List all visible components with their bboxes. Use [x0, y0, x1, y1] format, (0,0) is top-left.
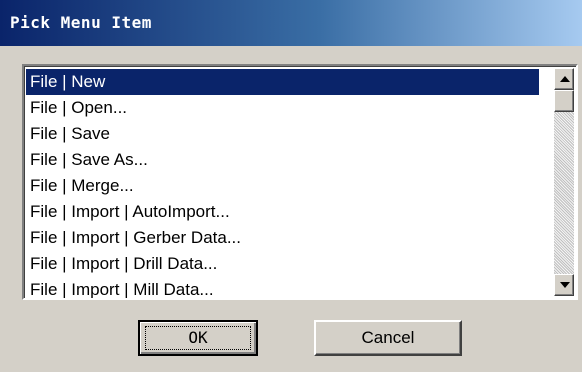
menu-item-listbox[interactable]: File | New File | Open... File | Save Fi…	[22, 64, 578, 300]
list-item[interactable]: File | Save	[26, 121, 539, 147]
list-item[interactable]: File | New	[26, 69, 539, 95]
scroll-down-button[interactable]	[554, 274, 574, 296]
up-arrow-icon	[560, 76, 570, 82]
vertical-scrollbar[interactable]	[554, 68, 574, 296]
list-item[interactable]: File | Import | AutoImport...	[26, 199, 539, 225]
title-bar[interactable]: Pick Menu Item	[0, 0, 582, 46]
list-item[interactable]: File | Merge...	[26, 173, 539, 199]
list-item[interactable]: File | Open...	[26, 95, 539, 121]
ok-button-label: OK	[188, 328, 208, 347]
window-title: Pick Menu Item	[10, 13, 152, 32]
list-item[interactable]: File | Import | Mill Data...	[26, 277, 539, 298]
ok-button[interactable]: OK	[138, 320, 258, 356]
scroll-up-button[interactable]	[554, 68, 574, 90]
list-item[interactable]: File | Import | Drill Data...	[26, 251, 539, 277]
list-items: File | New File | Open... File | Save Fi…	[26, 69, 539, 298]
list-item[interactable]: File | Save As...	[26, 147, 539, 173]
cancel-button[interactable]: Cancel	[314, 320, 462, 356]
cancel-button-label: Cancel	[361, 328, 415, 347]
list-item[interactable]: File | Import | Gerber Data...	[26, 225, 539, 251]
scrollbar-thumb[interactable]	[554, 90, 574, 112]
down-arrow-icon	[560, 282, 570, 288]
